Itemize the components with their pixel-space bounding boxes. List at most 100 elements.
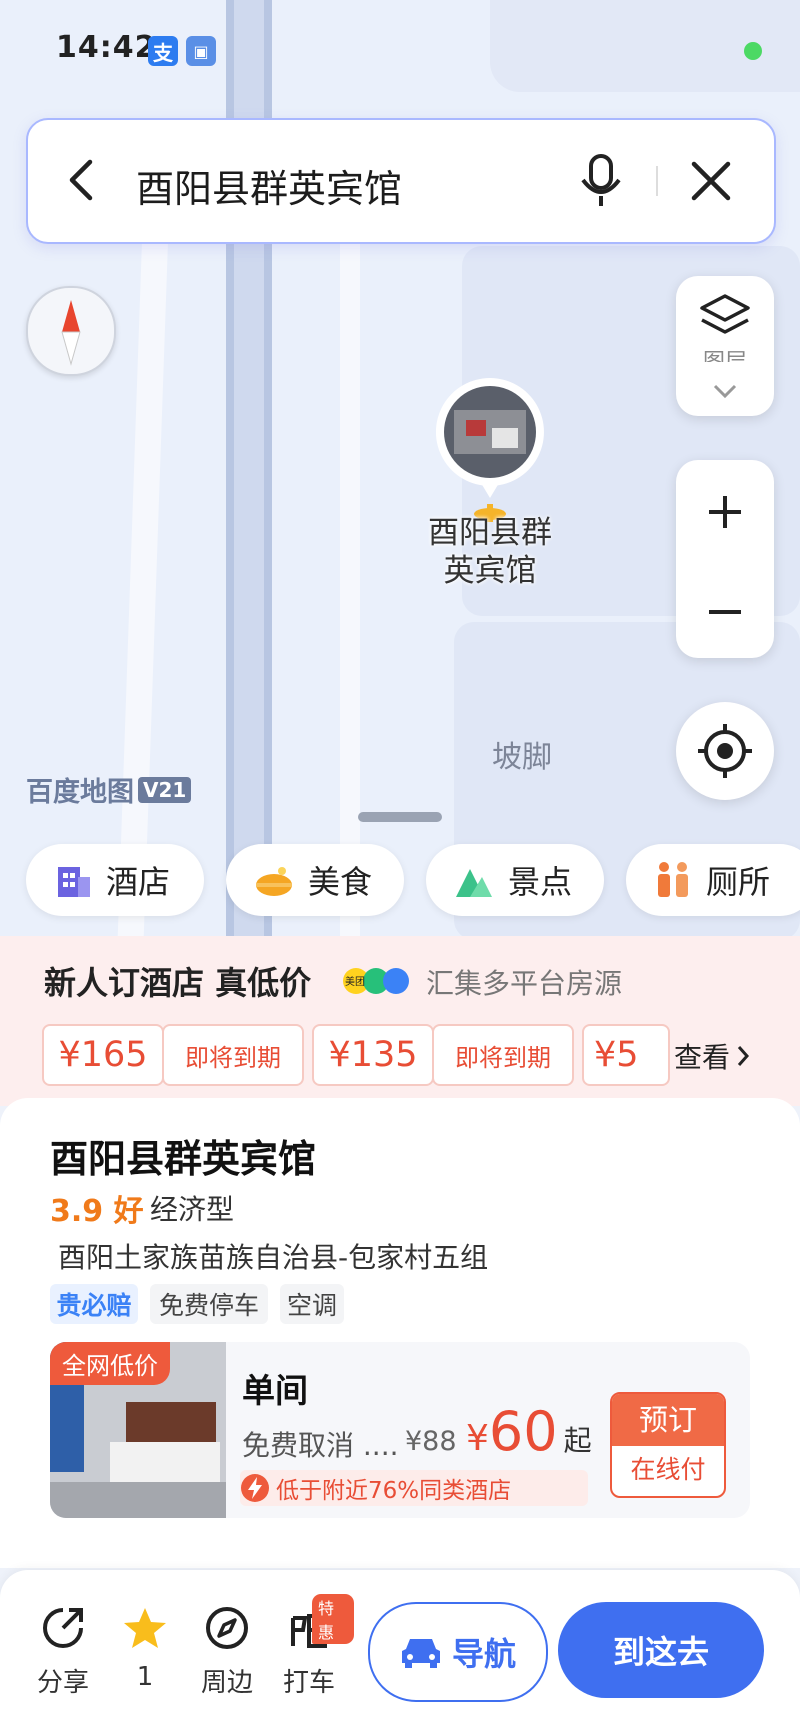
- price-value: ¥135: [328, 1035, 418, 1075]
- poi-marker[interactable]: [432, 374, 548, 514]
- go-there-label: 到这去: [612, 1633, 709, 1671]
- cancel-policy: 免费取消 ....: [242, 1429, 399, 1462]
- facility-label: 空调: [286, 1291, 337, 1320]
- zoom-out-button[interactable]: [705, 592, 745, 632]
- facility-label: 免费停车: [158, 1291, 259, 1320]
- map-logo: 百度地图 V21: [26, 770, 192, 809]
- logo-text: 百度地图: [26, 777, 134, 808]
- lightning-icon: [241, 1474, 269, 1502]
- price-compare-note: 低于附近76%同类酒店: [240, 1470, 588, 1506]
- guarantee-label: 贵必赔: [56, 1291, 132, 1320]
- price-tag[interactable]: ¥5: [582, 1024, 670, 1086]
- category-toilet-label: 厕所: [706, 863, 771, 901]
- share-button[interactable]: 分享: [18, 1606, 108, 1706]
- hotel-icon: [58, 867, 90, 897]
- back-icon[interactable]: [62, 156, 102, 204]
- go-there-button[interactable]: 到这去: [558, 1602, 764, 1698]
- hotel-address: 酉阳土家族苗族自治县-包家村五组: [58, 1241, 489, 1274]
- lowest-price-badge: 全网低价: [50, 1342, 170, 1385]
- alipay-icon: 支: [148, 36, 178, 66]
- close-icon[interactable]: [688, 158, 734, 204]
- nearby-label: 周边: [200, 1668, 253, 1698]
- toilet-icon: [658, 862, 688, 897]
- mic-active-indicator: [744, 42, 762, 60]
- food-icon: [256, 867, 292, 896]
- book-label: 预订: [612, 1394, 724, 1446]
- expiring-tag[interactable]: 即将到期: [432, 1024, 574, 1086]
- chevron-down-icon[interactable]: [712, 382, 738, 400]
- category-scenic[interactable]: 景点: [426, 844, 604, 916]
- view-more-label: 查看: [674, 1041, 731, 1074]
- facility-tag: 空调: [280, 1284, 344, 1324]
- share-icon: [43, 1608, 83, 1648]
- expiring-label: 即将到期: [455, 1043, 551, 1072]
- car-icon: [401, 1639, 440, 1668]
- hotel-type: 经济型: [150, 1193, 235, 1226]
- pay-label: 在线付: [630, 1455, 706, 1484]
- price-value: 60: [488, 1400, 558, 1463]
- category-food-label: 美食: [308, 863, 373, 901]
- favorite-count: 1: [136, 1662, 154, 1692]
- promo-title: 新人订酒店 真低价: [44, 964, 312, 1002]
- layers-icon: [700, 294, 750, 334]
- divider: [656, 166, 658, 196]
- category-toilet[interactable]: 厕所: [626, 844, 800, 916]
- favorite-button[interactable]: 1: [100, 1606, 190, 1706]
- price-symbol: ¥: [466, 1418, 489, 1459]
- room-name: 单间: [242, 1371, 308, 1410]
- place-label: 坡脚: [492, 740, 552, 775]
- zoom-in-button[interactable]: [705, 492, 745, 532]
- poi-label-line1: 酉阳县群: [428, 515, 552, 551]
- platform-logos: 美团: [340, 966, 420, 996]
- zoom-control: [676, 460, 774, 658]
- expiring-tag[interactable]: 即将到期: [162, 1024, 304, 1086]
- meituan-badge: 美团: [345, 977, 365, 988]
- compass-icon[interactable]: [26, 286, 116, 376]
- guarantee-tag: 贵必赔: [50, 1284, 138, 1324]
- price-tag[interactable]: ¥135: [312, 1024, 434, 1086]
- facility-tag: 免费停车: [150, 1284, 268, 1324]
- view-more-link[interactable]: 查看: [674, 1036, 750, 1076]
- poi-label: 酉阳县群 英宾馆: [410, 514, 570, 590]
- taxi-button[interactable]: 特惠 打车: [264, 1594, 354, 1706]
- sheet-drag-handle[interactable]: [358, 812, 442, 822]
- original-price: ¥88: [405, 1426, 457, 1457]
- layers-button[interactable]: 图层: [676, 276, 774, 416]
- chevron-right-icon: [737, 1046, 750, 1066]
- category-hotel[interactable]: 酒店: [26, 844, 204, 916]
- category-scenic-label: 景点: [508, 863, 573, 901]
- category-hotel-label: 酒店: [106, 863, 171, 901]
- map-road: [340, 230, 360, 940]
- locate-icon: [698, 724, 752, 778]
- hotel-rating: 3.9 好: [50, 1194, 144, 1229]
- hotel-name: 酉阳县群英宾馆: [50, 1137, 317, 1181]
- poi-label-line2: 英宾馆: [443, 553, 537, 589]
- taxi-badge: 特惠: [312, 1594, 354, 1644]
- price-suffix: 起: [563, 1424, 592, 1457]
- search-input[interactable]: 酉阳县群英宾馆: [136, 158, 402, 213]
- navigate-button[interactable]: 导航: [368, 1602, 548, 1702]
- promo-subtitle: 汇集多平台房源: [426, 967, 623, 1000]
- voice-icon[interactable]: [576, 152, 626, 210]
- scenic-icon: [456, 869, 492, 897]
- layers-label: 图层: [676, 344, 774, 362]
- notification-icon: ▣: [186, 36, 216, 66]
- price-compare-text: 低于附近76%同类酒店: [276, 1478, 512, 1504]
- taxi-label: 打车: [282, 1668, 335, 1698]
- current-price: ¥ 60 起: [466, 1400, 592, 1463]
- compass-nav-icon: [206, 1607, 248, 1649]
- share-label: 分享: [36, 1668, 89, 1698]
- nearby-button[interactable]: 周边: [182, 1606, 272, 1706]
- navigate-label: 导航: [451, 1635, 516, 1673]
- star-icon: [124, 1608, 166, 1648]
- category-food[interactable]: 美食: [226, 844, 404, 916]
- expiring-label: 即将到期: [185, 1043, 281, 1072]
- price-tag[interactable]: ¥165: [42, 1024, 164, 1086]
- map-road: [117, 230, 169, 940]
- locate-button[interactable]: [676, 702, 774, 800]
- price-value: ¥165: [58, 1035, 148, 1075]
- price-value: ¥5: [594, 1035, 639, 1075]
- logo-version: V21: [138, 776, 192, 803]
- book-button[interactable]: 预订 在线付: [610, 1392, 726, 1498]
- status-time: 14:42: [56, 30, 157, 65]
